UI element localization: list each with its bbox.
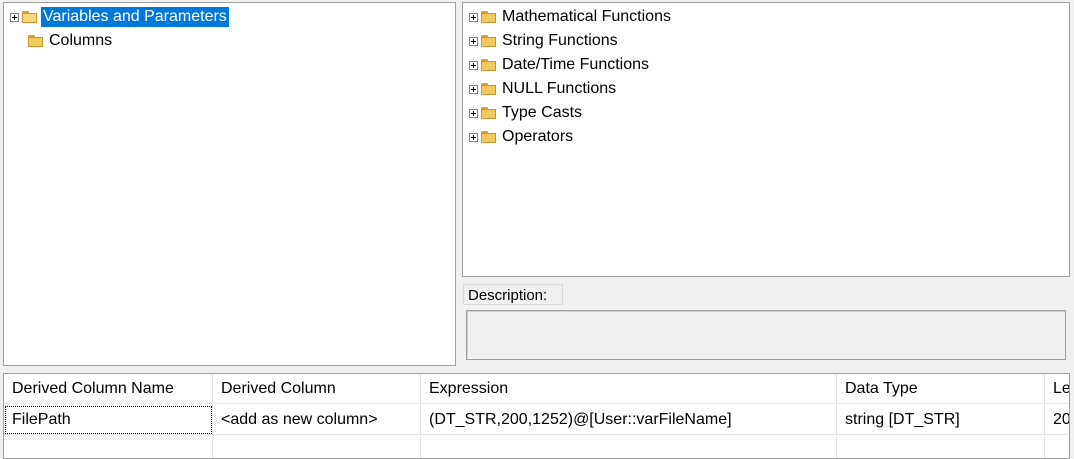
cell-data-type[interactable]: string [DT_STR] <box>837 405 1045 435</box>
cell-derived-column-name[interactable]: FilePath <box>4 405 213 435</box>
expand-icon[interactable] <box>469 84 478 94</box>
expand-icon[interactable] <box>10 12 19 22</box>
expand-icon[interactable] <box>469 108 478 118</box>
folder-icon <box>481 107 497 119</box>
column-header-data-type[interactable]: Data Type <box>837 374 1045 404</box>
folder-icon <box>481 131 497 143</box>
folder-icon <box>28 35 44 47</box>
column-header-derived-column-name[interactable]: Derived Column Name <box>4 374 213 404</box>
table-row[interactable]: FilePath <add as new column> (DT_STR,200… <box>4 405 1069 435</box>
description-label: Description: <box>463 284 563 305</box>
expand-icon[interactable] <box>469 12 478 22</box>
tree-item-label[interactable]: Operators <box>500 127 575 147</box>
column-header-length[interactable]: Le <box>1045 374 1069 404</box>
functions-tree[interactable]: Mathematical Functions String Functions … <box>462 2 1070 277</box>
tree-item-columns[interactable]: Columns <box>28 30 114 52</box>
tree-item-mathematical-functions[interactable]: Mathematical Functions <box>469 6 673 28</box>
cell-empty[interactable] <box>213 436 421 458</box>
table-row-empty[interactable] <box>4 436 1069 458</box>
tree-item-label[interactable]: Date/Time Functions <box>500 55 651 75</box>
cell-length[interactable]: 20 <box>1045 405 1069 435</box>
tree-item-type-casts[interactable]: Type Casts <box>469 102 584 124</box>
folder-icon <box>481 11 497 23</box>
expand-icon[interactable] <box>469 36 478 46</box>
variables-columns-tree[interactable]: Variables and Parameters Columns <box>3 2 456 366</box>
tree-item-string-functions[interactable]: String Functions <box>469 30 620 52</box>
folder-icon <box>481 59 497 71</box>
cell-empty[interactable] <box>837 436 1045 458</box>
tree-item-date-time-functions[interactable]: Date/Time Functions <box>469 54 651 76</box>
expand-icon[interactable] <box>469 60 478 70</box>
tree-item-label[interactable]: Type Casts <box>500 103 584 123</box>
folder-icon <box>481 83 497 95</box>
folder-open-icon <box>22 11 38 23</box>
tree-item-label[interactable]: String Functions <box>500 31 620 51</box>
tree-item-label[interactable]: Columns <box>47 31 114 51</box>
column-header-expression[interactable]: Expression <box>421 374 837 404</box>
folder-icon <box>481 35 497 47</box>
tree-item-label[interactable]: Variables and Parameters <box>41 7 229 27</box>
grid-header-row: Derived Column Name Derived Column Expre… <box>4 374 1069 404</box>
cell-derived-column[interactable]: <add as new column> <box>213 405 421 435</box>
derived-column-grid[interactable]: Derived Column Name Derived Column Expre… <box>3 373 1070 459</box>
tree-item-operators[interactable]: Operators <box>469 126 575 148</box>
tree-item-label[interactable]: NULL Functions <box>500 79 618 99</box>
description-box <box>466 310 1066 360</box>
cell-empty[interactable] <box>4 436 213 458</box>
column-header-derived-column[interactable]: Derived Column <box>213 374 421 404</box>
cell-empty[interactable] <box>421 436 837 458</box>
expand-icon[interactable] <box>469 132 478 142</box>
tree-item-null-functions[interactable]: NULL Functions <box>469 78 618 100</box>
tree-item-variables-and-parameters[interactable]: Variables and Parameters <box>10 6 229 28</box>
cell-expression[interactable]: (DT_STR,200,1252)@[User::varFileName] <box>421 405 837 435</box>
tree-item-label[interactable]: Mathematical Functions <box>500 7 673 27</box>
cell-empty[interactable] <box>1045 436 1069 458</box>
